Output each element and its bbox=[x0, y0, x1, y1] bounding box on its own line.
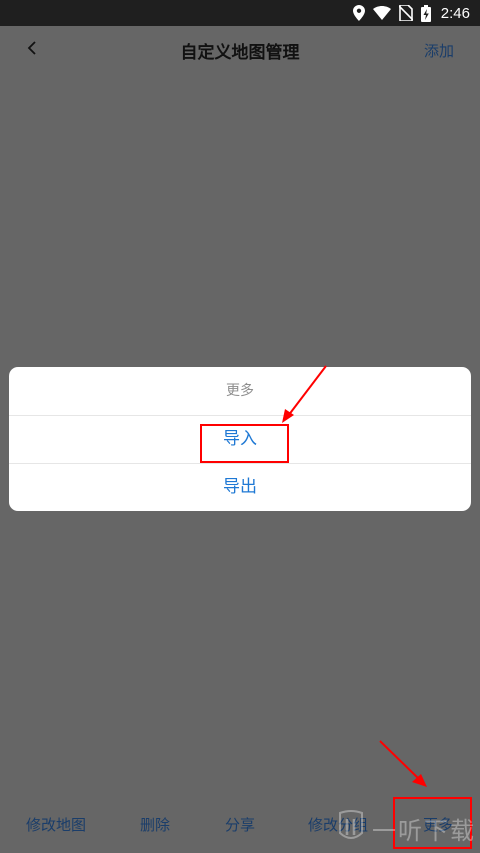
annotation-box-import bbox=[200, 424, 289, 463]
annotation-arrowhead-more bbox=[412, 774, 427, 787]
status-icons: 2:46 bbox=[352, 3, 470, 23]
page-title: 自定义地图管理 bbox=[180, 43, 300, 63]
export-option[interactable]: 导出 bbox=[9, 463, 471, 511]
add-button[interactable]: 添加 bbox=[424, 40, 454, 61]
share-button[interactable]: 分享 bbox=[225, 814, 255, 835]
edit-map-button[interactable]: 修改地图 bbox=[26, 814, 86, 835]
location-icon bbox=[352, 5, 365, 21]
battery-charging-icon bbox=[420, 4, 431, 22]
no-sim-icon bbox=[398, 5, 413, 21]
dialog-title: 更多 bbox=[9, 367, 471, 416]
status-time: 2:46 bbox=[440, 4, 470, 22]
annotation-arrow-more bbox=[379, 740, 421, 781]
nav-bar: 自定义地图管理 添加 bbox=[0, 26, 480, 74]
watermark-text: 一听下载 bbox=[372, 816, 476, 845]
status-bar: 2:46 bbox=[0, 0, 480, 26]
wifi-icon bbox=[372, 6, 391, 20]
delete-button[interactable]: 删除 bbox=[140, 814, 170, 835]
watermark: 一听下载 bbox=[336, 809, 476, 847]
watermark-logo-icon bbox=[336, 809, 366, 847]
